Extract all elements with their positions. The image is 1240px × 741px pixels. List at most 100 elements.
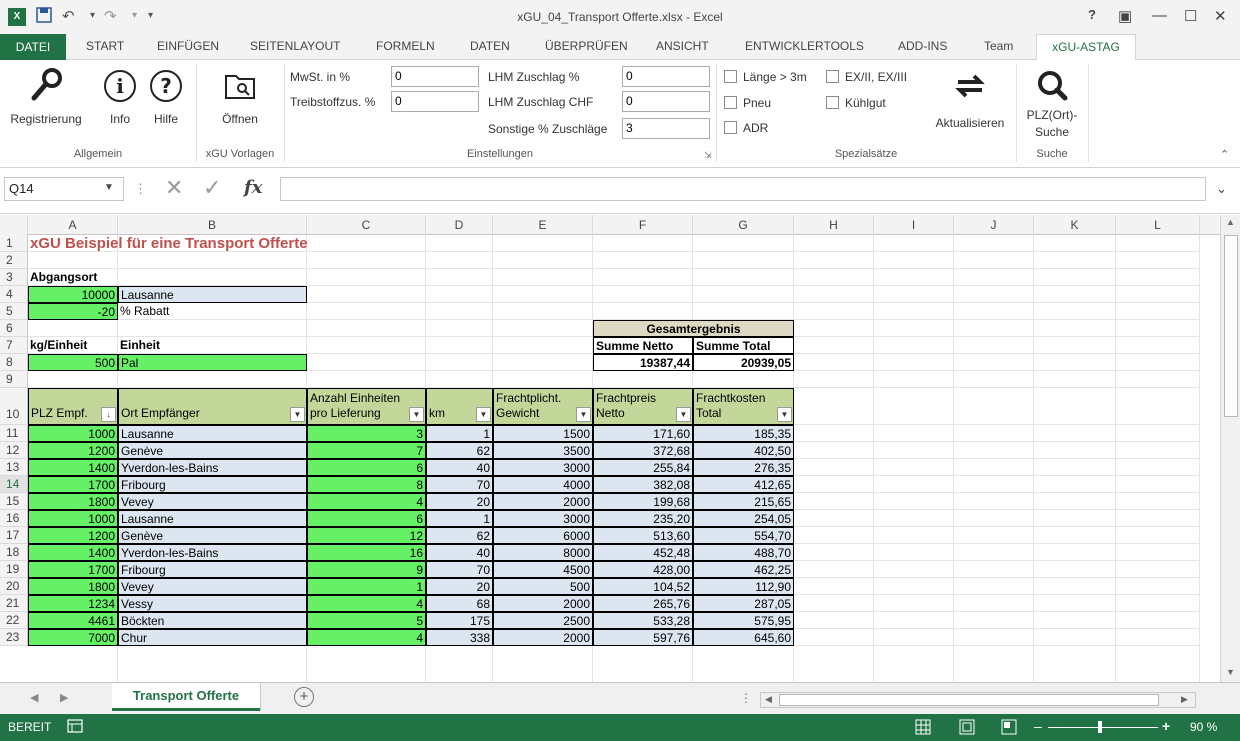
- split-handle-icon[interactable]: ⋮: [740, 691, 752, 705]
- cell-anzahl-einheiten[interactable]: 9: [307, 561, 426, 578]
- checkbox-ex[interactable]: EX/II, EX/III: [826, 70, 907, 84]
- cell-km[interactable]: 1: [426, 425, 493, 442]
- cell-frachtpreis-netto[interactable]: 533,28: [593, 612, 693, 629]
- kg-einheit-label[interactable]: kg/Einheit: [28, 337, 118, 354]
- page-break-view-icon[interactable]: [1000, 718, 1018, 739]
- info-button[interactable]: i Info: [100, 66, 140, 126]
- cell-km[interactable]: 68: [426, 595, 493, 612]
- row-header[interactable]: 21: [0, 595, 28, 612]
- cell-anzahl-einheiten[interactable]: 4: [307, 629, 426, 646]
- filter-dropdown-icon[interactable]: ▼: [576, 407, 591, 422]
- checkbox-adr[interactable]: ADR: [724, 121, 768, 135]
- vertical-scrollbar[interactable]: ▲ ▼: [1220, 215, 1240, 682]
- filter-dropdown-icon[interactable]: ▼: [777, 407, 792, 422]
- row-header[interactable]: 9: [0, 371, 28, 388]
- row-header[interactable]: 8: [0, 354, 28, 371]
- worksheet-grid[interactable]: A B C D E F G H I J K L 1 2 3 4 5 6 7 8 9 10 11 12 1…: [0, 215, 1220, 682]
- prev-sheet-icon[interactable]: ◀: [30, 691, 38, 704]
- cell-ort-empfaenger[interactable]: Genève: [118, 527, 307, 544]
- tab-ansicht[interactable]: ANSICHT: [656, 39, 709, 53]
- filter-dropdown-icon[interactable]: ▼: [290, 407, 305, 422]
- cell-gewicht[interactable]: 3000: [493, 459, 593, 476]
- oeffnen-button[interactable]: Öffnen: [210, 66, 270, 126]
- vertical-scroll-thumb[interactable]: [1224, 235, 1238, 417]
- cell-plz-empf[interactable]: 1800: [28, 578, 118, 595]
- row-header[interactable]: 7: [0, 337, 28, 354]
- cell-plz-empf[interactable]: 1400: [28, 459, 118, 476]
- cell-ort-empfaenger[interactable]: Lausanne: [118, 510, 307, 527]
- cell-plz-empf[interactable]: 1200: [28, 442, 118, 459]
- cell-frachtkosten-total[interactable]: 488,70: [693, 544, 794, 561]
- sonstige-input[interactable]: 3: [622, 118, 710, 139]
- cell-km[interactable]: 40: [426, 544, 493, 561]
- cell-frachtpreis-netto[interactable]: 513,60: [593, 527, 693, 544]
- cell-km[interactable]: 175: [426, 612, 493, 629]
- row-header[interactable]: 15: [0, 493, 28, 510]
- rabatt-value[interactable]: -20: [28, 303, 118, 320]
- row-header[interactable]: 16: [0, 510, 28, 527]
- cell-frachtpreis-netto[interactable]: 199,68: [593, 493, 693, 510]
- cell-ort-empfaenger[interactable]: Fribourg: [118, 561, 307, 578]
- cell-frachtkosten-total[interactable]: 554,70: [693, 527, 794, 544]
- cell-plz-empf[interactable]: 1200: [28, 527, 118, 544]
- checkbox-laenge[interactable]: Länge > 3m: [724, 70, 807, 84]
- row-header[interactable]: 12: [0, 442, 28, 459]
- lhm-pct-input[interactable]: 0: [622, 66, 710, 87]
- cell-km[interactable]: 20: [426, 578, 493, 595]
- tab-datei[interactable]: DATEI: [0, 34, 66, 60]
- dialog-launcher-icon[interactable]: ⇲: [704, 150, 712, 161]
- cell-frachtkosten-total[interactable]: 112,90: [693, 578, 794, 595]
- column-header-b[interactable]: B: [118, 215, 307, 235]
- row-header[interactable]: 11: [0, 425, 28, 442]
- row-header[interactable]: 4: [0, 286, 28, 303]
- scroll-down-icon[interactable]: ▼: [1226, 667, 1235, 677]
- cell-ort-empfaenger[interactable]: Yverdon-les-Bains: [118, 544, 307, 561]
- cell-ort-empfaenger[interactable]: Fribourg: [118, 476, 307, 493]
- cell-plz-empf[interactable]: 1234: [28, 595, 118, 612]
- page-layout-view-icon[interactable]: [958, 718, 976, 739]
- cell-frachtkosten-total[interactable]: 185,35: [693, 425, 794, 442]
- column-header-e[interactable]: E: [493, 215, 593, 235]
- cell-anzahl-einheiten[interactable]: 3: [307, 425, 426, 442]
- summe-total-label[interactable]: Summe Total: [693, 337, 794, 354]
- row-header[interactable]: 13: [0, 459, 28, 476]
- checkbox-box[interactable]: [724, 70, 737, 83]
- cell-plz-empf[interactable]: 4461: [28, 612, 118, 629]
- cell-gewicht[interactable]: 2000: [493, 595, 593, 612]
- ribbon-display-options-icon[interactable]: ▣: [1118, 7, 1132, 25]
- cell-frachtkosten-total[interactable]: 412,65: [693, 476, 794, 493]
- cell-plz-empf[interactable]: 1700: [28, 561, 118, 578]
- abgangsort-plz[interactable]: 10000: [28, 286, 118, 303]
- row-header[interactable]: 14: [0, 476, 28, 493]
- tab-start[interactable]: START: [86, 39, 124, 53]
- tab-xgu-astag[interactable]: xGU-ASTAG: [1036, 34, 1136, 61]
- column-header-d[interactable]: D: [426, 215, 493, 235]
- checkbox-box[interactable]: [724, 96, 737, 109]
- cell-frachtkosten-total[interactable]: 254,05: [693, 510, 794, 527]
- cell-gewicht[interactable]: 2000: [493, 629, 593, 646]
- cell-km[interactable]: 20: [426, 493, 493, 510]
- column-header-i[interactable]: I: [874, 215, 954, 235]
- cell-plz-empf[interactable]: 1000: [28, 425, 118, 442]
- tab-add-ins[interactable]: ADD-INS: [898, 39, 947, 53]
- cell-frachtkosten-total[interactable]: 276,35: [693, 459, 794, 476]
- cell-ort-empfaenger[interactable]: Lausanne: [118, 425, 307, 442]
- cell-anzahl-einheiten[interactable]: 5: [307, 612, 426, 629]
- minimize-icon[interactable]: —: [1152, 7, 1167, 24]
- cell-frachtkosten-total[interactable]: 462,25: [693, 561, 794, 578]
- registrierung-button[interactable]: Registrierung: [4, 66, 88, 126]
- checkbox-box[interactable]: [826, 70, 839, 83]
- horizontal-scrollbar[interactable]: ◀ ▶: [760, 692, 1196, 708]
- cell-gewicht[interactable]: 4000: [493, 476, 593, 493]
- tab-formeln[interactable]: FORMELN: [376, 39, 435, 53]
- cell-frachtpreis-netto[interactable]: 372,68: [593, 442, 693, 459]
- cell-anzahl-einheiten[interactable]: 7: [307, 442, 426, 459]
- formula-options-icon[interactable]: ⋮: [134, 181, 147, 197]
- row-header[interactable]: 23: [0, 629, 28, 646]
- plz-suche-button[interactable]: PLZ(Ort)- Suche: [1018, 66, 1086, 139]
- cell-ort-empfaenger[interactable]: Vevey: [118, 578, 307, 595]
- cell-ort-empfaenger[interactable]: Yverdon-les-Bains: [118, 459, 307, 476]
- cell-frachtpreis-netto[interactable]: 428,00: [593, 561, 693, 578]
- einheit-value[interactable]: Pal: [118, 354, 307, 371]
- horizontal-scroll-thumb[interactable]: [779, 694, 1159, 706]
